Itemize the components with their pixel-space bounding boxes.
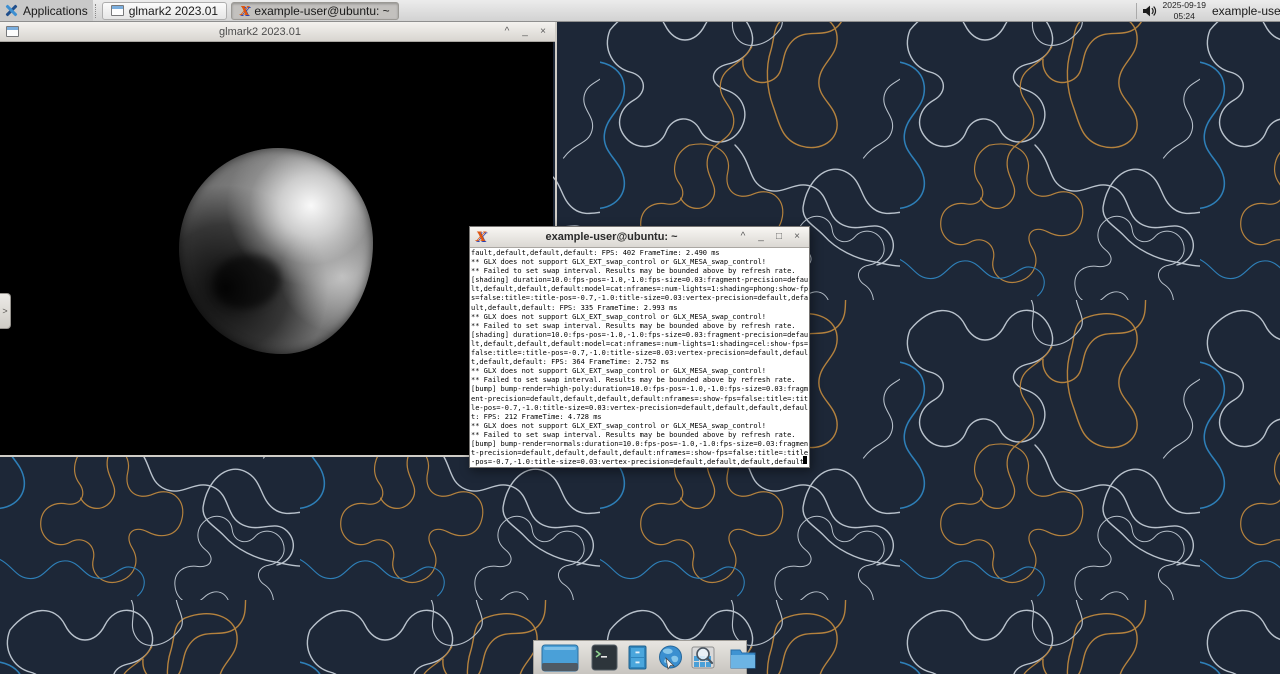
terminal-output-text: fault,default,default,default: FPS: 402 … (471, 249, 809, 467)
applications-menu-button[interactable]: Applications (0, 0, 93, 21)
terminal-window-title: example-user@ubuntu: ~ (545, 231, 678, 243)
minimize-button[interactable]: _ (755, 227, 767, 247)
close-button[interactable]: × (791, 227, 803, 247)
dock-web-browser-button[interactable] (657, 643, 684, 673)
bottom-dock (533, 640, 756, 674)
web-browser-globe-icon (659, 645, 682, 670)
application-finder-icon (691, 646, 715, 669)
clock[interactable]: 2025-09-19 05:24 (1163, 0, 1206, 20)
terminal-titlebar[interactable]: X example-user@ubuntu: ~ ^ _ □ × (470, 227, 809, 248)
applications-menu-icon (5, 4, 18, 17)
taskbar-button-terminal-label: example-user@ubuntu: ~ (254, 3, 390, 18)
xterm-icon: X (240, 3, 250, 18)
shade-button[interactable]: ^ (737, 227, 749, 247)
shade-button[interactable]: ^ (501, 22, 513, 42)
dock-application-finder-button[interactable] (690, 643, 717, 673)
taskbar-button-glmark2-label: glmark2 2023.01 (128, 3, 219, 18)
clock-date: 2025-09-19 (1162, 0, 1206, 11)
clock-time: 05:24 (1173, 10, 1195, 21)
taskbar-button-terminal[interactable]: X example-user@ubuntu: ~ (231, 1, 399, 20)
minimize-button[interactable]: _ (519, 22, 531, 42)
terminal-window: X example-user@ubuntu: ~ ^ _ □ × fault,d… (469, 226, 810, 468)
dock-folder-button[interactable] (729, 643, 757, 673)
terminal-cursor (803, 456, 807, 464)
glmark2-titlebar[interactable]: glmark2 2023.01 ^ _ × (0, 22, 555, 42)
window-icon (110, 5, 124, 16)
maximize-button[interactable]: □ (773, 227, 785, 247)
top-panel: Applications glmark2 2023.01 X example-u… (0, 0, 1280, 22)
taskbar-button-glmark2[interactable]: glmark2 2023.01 (101, 1, 228, 20)
terminal-icon (591, 644, 618, 671)
show-desktop-icon (541, 644, 579, 671)
panel-separator (94, 3, 96, 18)
edge-reveal-handle[interactable]: > (0, 293, 11, 329)
glmark2-window-title: glmark2 2023.01 (219, 25, 301, 38)
dock-terminal-button[interactable] (591, 643, 618, 673)
chevron-right-icon: > (2, 306, 8, 316)
asteroid-3d-model (179, 148, 373, 354)
terminal-output-area[interactable]: fault,default,default,default: FPS: 402 … (470, 248, 809, 467)
window-icon (6, 26, 19, 37)
volume-icon[interactable] (1141, 3, 1157, 19)
user-label[interactable]: example-user (1212, 4, 1280, 18)
xterm-icon: X (476, 229, 487, 245)
folder-icon (730, 649, 756, 668)
applications-menu-label: Applications (23, 3, 88, 18)
close-button[interactable]: × (537, 22, 549, 42)
tray-separator (1135, 2, 1137, 19)
dock-file-manager-button[interactable] (624, 643, 651, 673)
file-cabinet-icon (628, 645, 647, 670)
dock-show-desktop-button[interactable] (541, 643, 579, 673)
